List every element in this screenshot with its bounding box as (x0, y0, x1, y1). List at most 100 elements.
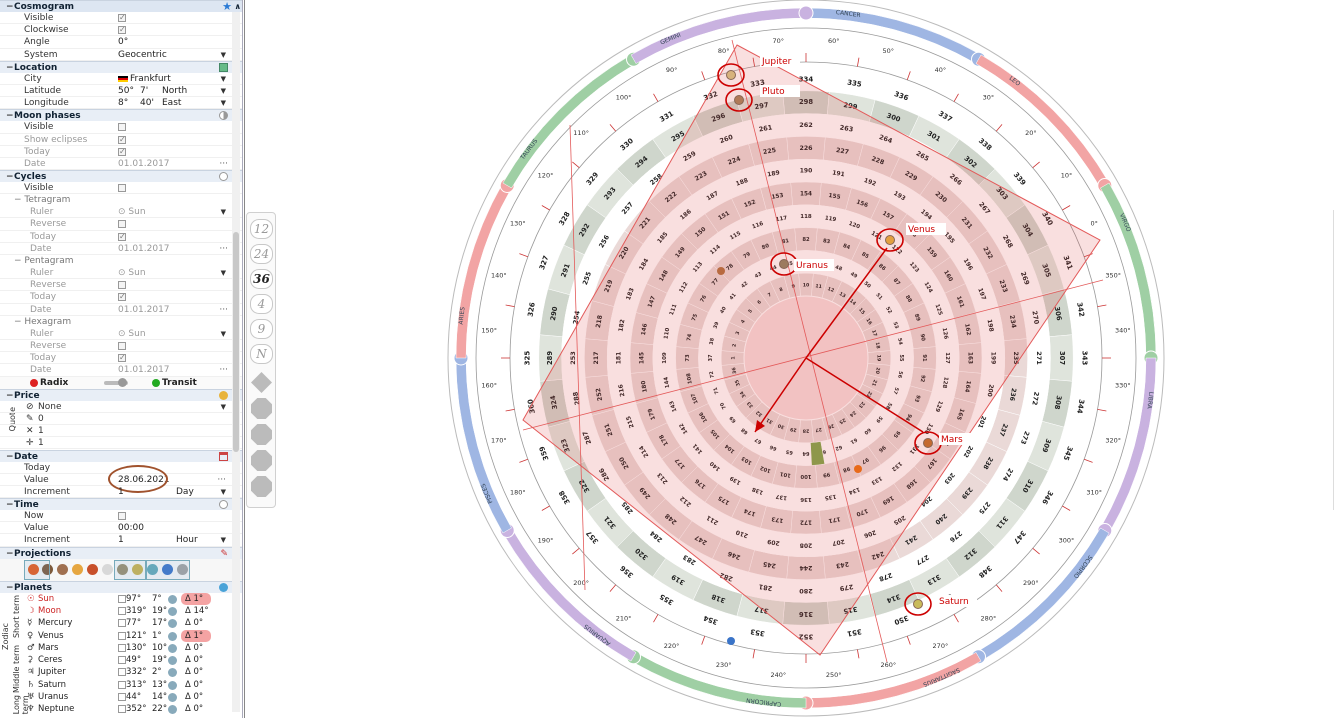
dropdown-arrow-icon[interactable]: ▼ (221, 206, 226, 218)
reverse-checkbox[interactable] (118, 220, 126, 229)
cosmogram-svg[interactable]: CANCERLEOVIRGOLIBRASCORPIOSAGITTARIUSCAP… (245, 0, 1339, 718)
planet-row[interactable]: ☉ Sun 97° 7° Δ 1° (0, 592, 232, 605)
latitude-degrees[interactable]: 50° (118, 85, 134, 97)
moon-phases-header[interactable]: −Moon phases (0, 109, 242, 122)
longitude-degrees[interactable]: 8° (118, 97, 128, 109)
planet-row[interactable]: ♆ Neptune 352° 22° Δ 0° (0, 703, 232, 715)
price-value-2[interactable]: 1 (38, 425, 44, 437)
dropdown-arrow-icon[interactable]: ▼ (221, 534, 226, 546)
location-header[interactable]: −Location (0, 60, 242, 73)
reverse-checkbox[interactable] (118, 281, 126, 290)
scrollbar-thumb[interactable] (233, 232, 239, 452)
cosmogram-header[interactable]: −Cosmogram ★ ∧ (0, 0, 242, 13)
mode-slider-thumb[interactable] (118, 377, 127, 387)
planet-row[interactable]: ☽ Moon 319° 19° Δ 14° (0, 605, 232, 617)
cycles-visible-checkbox[interactable] (118, 184, 126, 193)
planet-visible-checkbox[interactable] (118, 643, 126, 652)
cosmogram-chart[interactable]: CANCER LEO VIRGO LIBRA SCORPIO SAGITTARIUS CAP… (244, 0, 1339, 718)
more-icon[interactable]: ··· (219, 243, 228, 255)
planet-row[interactable]: ⚳ Ceres 49° 19° Δ 0° (0, 654, 232, 666)
time-increment-unit[interactable]: Hour (176, 534, 198, 546)
price-value-1[interactable]: 0 (38, 413, 44, 425)
planet-visible-checkbox[interactable] (118, 631, 126, 640)
venus-projection-icon[interactable] (72, 563, 83, 575)
show-eclipses-checkbox[interactable] (118, 134, 126, 146)
planet-visible-checkbox[interactable] (118, 680, 126, 689)
right-edge-handle[interactable] (1333, 210, 1337, 510)
cycles-header[interactable]: −Cycles (0, 170, 242, 183)
today-checkbox[interactable] (118, 352, 126, 364)
date-increment-value[interactable]: 1 (118, 486, 124, 498)
dropdown-arrow-icon[interactable]: ▼ (221, 267, 226, 279)
reverse-checkbox[interactable] (118, 341, 126, 350)
dropdown-arrow-icon[interactable]: ▼ (221, 486, 226, 498)
map-icon[interactable] (219, 62, 228, 72)
hexagram-header[interactable]: − Hexagram (0, 316, 242, 328)
pentagram-header[interactable]: − Pentagram (0, 255, 242, 267)
dropdown-arrow-icon[interactable]: ▼ (221, 49, 226, 61)
planet-visible-checkbox[interactable] (118, 594, 126, 603)
city-select[interactable]: Frankfurt (130, 73, 171, 85)
radix-label[interactable]: Radix (40, 377, 68, 389)
planet-row[interactable]: ☿ Mercury 77° 17° Δ 0° (0, 617, 232, 629)
calendar-icon[interactable] (219, 451, 228, 461)
date-header[interactable]: −Date (0, 449, 242, 462)
today-checkbox[interactable] (118, 231, 126, 243)
coin-icon[interactable] (219, 390, 228, 400)
time-value-input[interactable]: 00:00 (118, 522, 144, 534)
dropdown-arrow-icon[interactable]: ▼ (221, 85, 226, 97)
planet-visible-checkbox[interactable] (118, 693, 126, 702)
date-value[interactable]: 01.01.2017 (118, 364, 170, 376)
latitude-minutes[interactable]: 7' (140, 85, 148, 97)
system-select[interactable]: Geocentric (118, 49, 167, 61)
angle-value[interactable]: 0° (118, 36, 128, 48)
planets-header[interactable]: −Planets (0, 580, 242, 593)
dropdown-arrow-icon[interactable]: ▼ (221, 97, 226, 109)
date-value[interactable]: 01.01.2017 (118, 304, 170, 316)
dropdown-arrow-icon[interactable]: ▼ (221, 401, 226, 413)
clockwise-checkbox[interactable] (118, 24, 126, 36)
dropdown-arrow-icon[interactable]: ▼ (221, 73, 226, 85)
cycle-icon[interactable] (219, 172, 228, 182)
planet-visible-checkbox[interactable] (118, 668, 126, 677)
moon-icon[interactable] (219, 111, 228, 121)
price-none-label[interactable]: None (38, 401, 61, 413)
transit-label[interactable]: Transit (162, 377, 197, 389)
today-checkbox[interactable] (118, 291, 126, 303)
date-value[interactable]: 01.01.2017 (118, 243, 170, 255)
more-icon[interactable]: ··· (217, 474, 226, 486)
clock-icon[interactable] (219, 500, 228, 510)
planet-row[interactable]: ♄ Saturn 313° 13° Δ 0° (0, 679, 232, 691)
ruler-value[interactable]: ⊙ Sun (118, 267, 146, 279)
planet-visible-checkbox[interactable] (118, 619, 126, 628)
more-icon[interactable]: ··· (219, 304, 228, 316)
ruler-value[interactable]: ⊙ Sun (118, 328, 146, 340)
longitude-direction[interactable]: East (162, 97, 181, 109)
planet-row[interactable]: ♅ Uranus 44° 14° Δ 0° (0, 691, 232, 703)
longitude-minutes[interactable]: 40' (140, 97, 154, 109)
time-now-checkbox[interactable] (118, 512, 126, 521)
latitude-direction[interactable]: North (162, 85, 187, 97)
sidebar-scrollbar[interactable] (232, 12, 240, 712)
more-icon[interactable]: ··· (219, 158, 228, 170)
price-header[interactable]: −Price (0, 388, 242, 401)
dropdown-arrow-icon[interactable]: ▼ (221, 328, 226, 340)
visible-checkbox[interactable] (118, 12, 126, 24)
ruler-value[interactable]: ⊙ Sun (118, 206, 146, 218)
moon-date-value[interactable]: 01.01.2017 (118, 158, 170, 170)
globe-icon[interactable] (219, 582, 228, 592)
date-increment-unit[interactable]: Day (176, 486, 194, 498)
planet-visible-checkbox[interactable] (118, 656, 126, 665)
moon-visible-checkbox[interactable] (118, 123, 126, 132)
planet-row[interactable]: ♀ Venus 121° 1° Δ 1° (0, 629, 232, 642)
time-header[interactable]: −Time (0, 498, 242, 511)
planet-row[interactable]: ♂ Mars 130° 10° Δ 0° (0, 642, 232, 654)
projections-header[interactable]: −Projections ✎ (0, 546, 242, 559)
mars-projection-icon[interactable] (87, 563, 98, 575)
mercury-projection-icon[interactable] (57, 563, 68, 575)
tetragram-header[interactable]: − Tetragram (0, 194, 242, 206)
more-icon[interactable]: ··· (219, 364, 228, 376)
planet-visible-checkbox[interactable] (118, 705, 126, 714)
planet-visible-checkbox[interactable] (118, 606, 126, 615)
price-value-3[interactable]: 1 (38, 437, 44, 449)
